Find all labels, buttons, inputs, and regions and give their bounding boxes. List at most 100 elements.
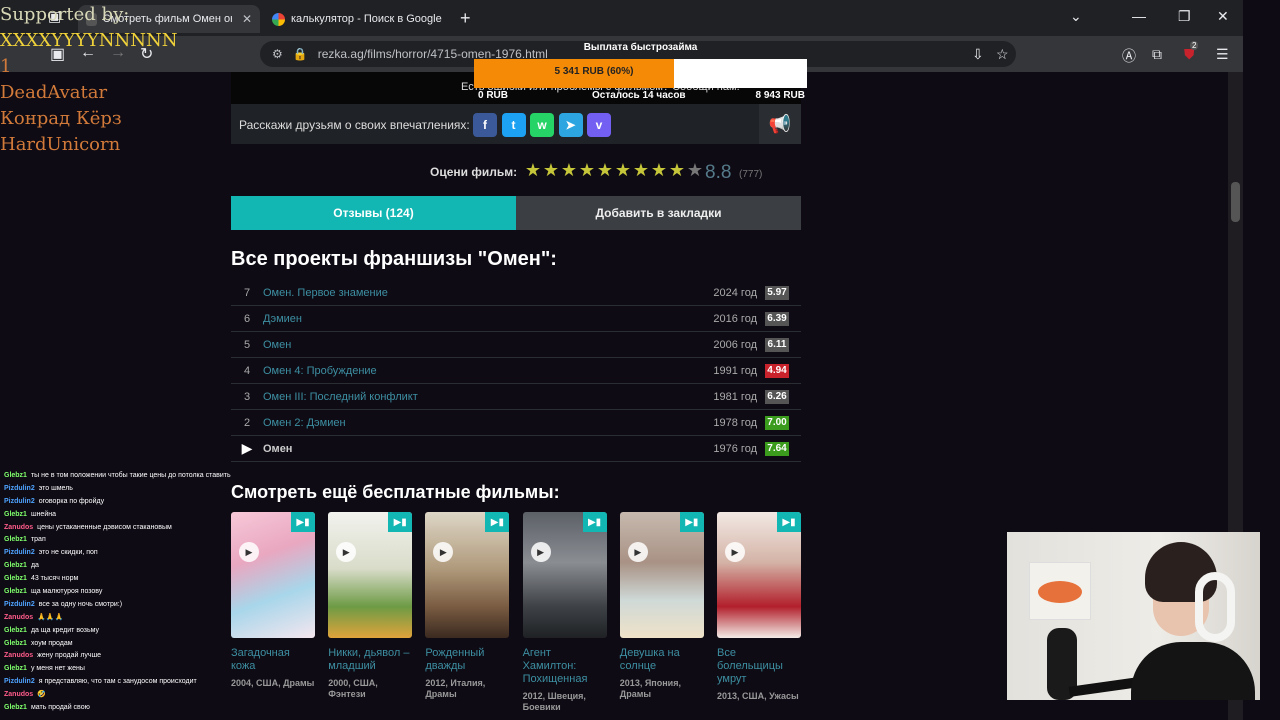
- star-icon[interactable]: ★: [686, 161, 704, 179]
- chat-username: Pizdulin2: [4, 484, 35, 492]
- franchise-title-link[interactable]: Омен III: Последний конфликт: [263, 391, 418, 403]
- movie-card[interactable]: ▶▮ ▶ Агент Хамилтон: Похищенная 2012, Швеци…: [522, 512, 607, 713]
- star-icon[interactable]: ★: [650, 161, 668, 179]
- video-camera-icon: ▶▮: [679, 512, 704, 532]
- chat-message: Glebz1 хоум продам: [4, 638, 234, 651]
- play-icon[interactable]: ▶: [530, 542, 551, 562]
- menu-icon[interactable]: ☰: [1216, 46, 1229, 63]
- franchise-title-link[interactable]: Омен 4: Пробуждение: [263, 365, 377, 377]
- play-icon[interactable]: ▶: [725, 542, 745, 562]
- movie-poster[interactable]: ▶▮ ▶: [425, 512, 510, 638]
- chat-text: у меня нет жены: [30, 665, 85, 673]
- movie-card[interactable]: ▶▮ ▶ Загадочная кожа 2004, США, Драмы: [231, 512, 315, 689]
- franchise-row[interactable]: 3 Омен III: Последний конфликт 1981 год 6.2…: [231, 384, 801, 410]
- movie-title-link[interactable]: Никки, дьявол – младший: [328, 647, 412, 673]
- browser-tab-google[interactable]: калькулятор - Поиск в Google: [264, 5, 454, 33]
- franchise-row[interactable]: 7 Омен. Первое знамение 2024 год 5.97: [231, 280, 801, 306]
- movie-poster[interactable]: ▶▮ ▶: [717, 512, 801, 638]
- chat-text: трап: [30, 536, 46, 544]
- bookmark-star-icon[interactable]: ☆: [996, 46, 1009, 63]
- movie-title-link[interactable]: Рожденный дважды: [425, 647, 509, 673]
- franchise-title-link[interactable]: Омен. Первое знамение: [263, 287, 388, 299]
- franchise-row[interactable]: 2 Омен 2: Дэмиен 1978 год 7.00: [231, 410, 801, 436]
- franchise-row[interactable]: 5 Омен 2006 год 6.11: [231, 332, 801, 358]
- star-icon[interactable]: ★: [524, 161, 542, 179]
- star-icon[interactable]: ★: [614, 161, 632, 179]
- chat-message: Pizdulin2 я представляю, что там с занудо…: [4, 676, 234, 689]
- movie-title-link[interactable]: Девушка на солнце: [620, 647, 704, 673]
- more-movies-title: Смотреть ещё бесплатные фильмы:: [231, 482, 560, 502]
- movie-card[interactable]: ▶▮ ▶ Рожденный дважды 2012, Италия, Драмы: [425, 512, 510, 700]
- extensions-icon[interactable]: ⧉: [1152, 46, 1162, 63]
- account-icon[interactable]: Ⓐ: [1122, 46, 1136, 66]
- star-icon[interactable]: ★: [578, 161, 596, 179]
- star-icon[interactable]: ★: [560, 161, 578, 179]
- megaphone-icon[interactable]: 📢: [759, 104, 801, 144]
- movie-title-link[interactable]: Загадочная кожа: [231, 647, 315, 673]
- franchise-title-link[interactable]: Омен: [263, 443, 292, 455]
- movie-poster[interactable]: ▶▮ ▶: [522, 512, 607, 638]
- chat-username: Zanudos: [4, 613, 34, 621]
- star-icon[interactable]: ★: [668, 161, 686, 179]
- close-window-icon[interactable]: ✕: [1217, 8, 1229, 25]
- chat-message: Zanudos 🙏🙏🙏: [4, 612, 234, 625]
- franchise-score-badge: 4.94: [765, 364, 789, 378]
- chat-message: Pizdulin2 это шмель: [4, 483, 234, 496]
- star-icon[interactable]: ★: [542, 161, 560, 179]
- close-tab-icon[interactable]: ✕: [242, 12, 252, 26]
- franchise-row[interactable]: 6 Дэмиен 2016 год 6.39: [231, 306, 801, 332]
- star-icon[interactable]: ★: [632, 161, 650, 179]
- chat-message: Zanudos 🤣: [4, 689, 234, 702]
- star-icon[interactable]: ★: [596, 161, 614, 179]
- chat-message: Glebz1 да ща кредит возьму: [4, 625, 234, 638]
- rating-row: Оцени фильм: ★ ★ ★ ★ ★ ★ ★ ★ ★ ★ 8.8 (777): [231, 161, 801, 183]
- install-icon[interactable]: ⇩: [972, 46, 984, 63]
- chat-text: ты не в том положении чтобы такие цены д…: [30, 472, 231, 479]
- movie-title-link[interactable]: Все болельщицы умрут: [717, 647, 801, 686]
- chat-text: цены устаканенные дэвисом стакановым: [37, 523, 172, 531]
- movie-card[interactable]: ▶▮ ▶ Никки, дьявол – младший 2000, США, Фэн…: [328, 512, 413, 700]
- new-tab-button[interactable]: +: [460, 8, 471, 29]
- site-settings-icon[interactable]: ⚙: [272, 47, 283, 61]
- play-icon[interactable]: ▶: [433, 542, 454, 562]
- movie-title-link[interactable]: Агент Хамилтон: Похищенная: [523, 647, 607, 686]
- franchise-row[interactable]: ▶ Омен 1976 год 7.64: [231, 436, 801, 462]
- play-icon[interactable]: ▶: [336, 542, 357, 562]
- rating-value: 8.8: [705, 162, 732, 183]
- wall-art-lips: [1029, 562, 1091, 620]
- movie-card[interactable]: ▶▮ ▶ Девушка на солнце 2013, Япония, Драмы: [619, 512, 704, 700]
- franchise-title-link[interactable]: Омен: [263, 339, 291, 351]
- tab-reviews[interactable]: Отзывы (124): [231, 196, 516, 230]
- franchise-title-link[interactable]: Дэмиен: [263, 313, 302, 325]
- stream-chat: Glebz1 ты не в том положении чтобы такие …: [4, 470, 234, 715]
- movie-poster[interactable]: ▶▮ ▶: [231, 512, 315, 638]
- rating-stars[interactable]: ★ ★ ★ ★ ★ ★ ★ ★ ★ ★: [524, 161, 704, 179]
- play-icon[interactable]: ▶: [239, 542, 259, 562]
- whatsapp-share-button[interactable]: w: [530, 113, 554, 137]
- franchise-score-badge: 7.64: [765, 442, 789, 456]
- chat-message: Zanudos цены устаканенные дэвисом стакано…: [4, 522, 234, 535]
- tab-search-icon[interactable]: ⌄: [1070, 8, 1082, 25]
- chat-message: Glebz1 ща малютуроя позову: [4, 586, 234, 599]
- more-movies-grid: ▶▮ ▶ Загадочная кожа 2004, США, Драмы ▶▮ ▶ Ник…: [231, 512, 801, 720]
- restore-window-icon[interactable]: ❐: [1178, 8, 1191, 25]
- movie-meta: 2013, Япония, Драмы: [619, 678, 681, 699]
- share-label: Расскажи друзьям о своих впечатлениях:: [239, 118, 470, 132]
- chat-text: оговорка по фройду: [38, 497, 105, 505]
- minimize-window-icon[interactable]: —: [1132, 8, 1146, 24]
- facebook-share-button[interactable]: f: [473, 113, 497, 137]
- movie-meta: 2004, США, Драмы: [231, 678, 315, 688]
- movie-poster[interactable]: ▶▮ ▶: [619, 512, 704, 638]
- telegram-share-button[interactable]: ➤: [558, 113, 583, 137]
- viber-share-button[interactable]: v: [587, 113, 611, 137]
- play-icon[interactable]: ▶: [627, 542, 648, 562]
- franchise-row[interactable]: 4 Омен 4: Пробуждение 1991 год 4.94: [231, 358, 801, 384]
- scrollbar-thumb[interactable]: [1231, 182, 1240, 222]
- twitter-share-button[interactable]: t: [501, 113, 526, 137]
- movie-poster[interactable]: ▶▮ ▶: [328, 512, 413, 638]
- franchise-title-link[interactable]: Омен 2: Дэмиен: [263, 417, 346, 429]
- movie-card[interactable]: ▶▮ ▶ Все болельщицы умрут 2013, США, Ужасы: [717, 512, 801, 702]
- browser-tab-strip: ▣ Смотреть фильм Омен онлайн ✕ калькулят…: [0, 0, 1243, 36]
- add-bookmark-button[interactable]: Добавить в закладки: [516, 196, 801, 230]
- page-content: Есть ошибки или проблемы с фильмом? Сооб…: [231, 72, 801, 720]
